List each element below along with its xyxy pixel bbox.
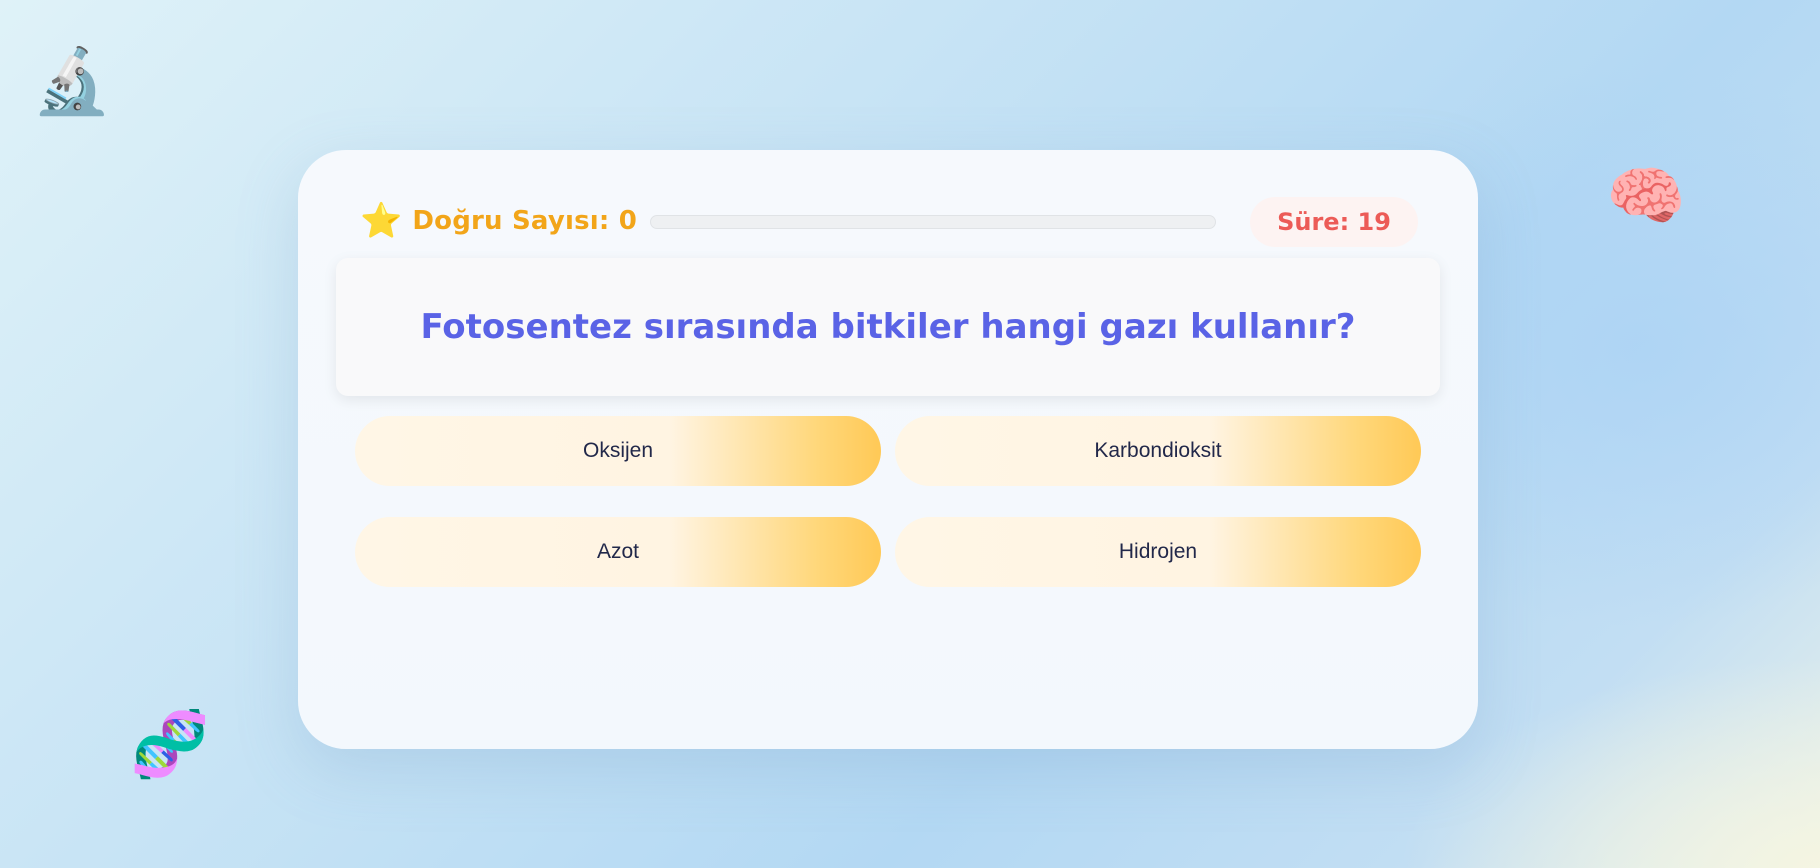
answer-button[interactable]: Karbondioksit — [895, 416, 1421, 486]
score-label: Doğru Sayısı: 0 — [412, 206, 638, 236]
answer-label: Karbondioksit — [1094, 439, 1222, 462]
answer-button[interactable]: Hidrojen — [895, 517, 1421, 587]
question-box: Fotosentez sırasında bitkiler hangi gazı… — [336, 258, 1440, 396]
score-display: ⭐ Doğru Sayısı: 0 — [360, 193, 637, 249]
answer-button[interactable]: Azot — [355, 517, 881, 587]
dna-icon: 🧬 — [130, 708, 210, 782]
quiz-header: ⭐ Doğru Sayısı: 0 Süre: 19 — [360, 193, 1418, 249]
timer-label: Süre: 19 — [1277, 208, 1391, 236]
answer-button[interactable]: Oksijen — [355, 416, 881, 486]
answer-label: Azot — [596, 540, 640, 563]
question-text: Fotosentez sırasında bitkiler hangi gazı… — [420, 307, 1356, 347]
microscope-icon: 🔬 — [32, 45, 112, 119]
star-icon: ⭐ — [360, 201, 403, 241]
timer-badge: Süre: 19 — [1250, 197, 1418, 247]
answer-grid: Oksijen Karbondioksit Azot Hidrojen — [355, 416, 1421, 587]
answer-label: Oksijen — [582, 439, 654, 462]
answer-label: Hidrojen — [1118, 540, 1198, 563]
progress-bar — [650, 215, 1216, 229]
brain-icon: 🧠 — [1606, 160, 1686, 234]
quiz-card: ⭐ Doğru Sayısı: 0 Süre: 19 Fotosentez sı… — [298, 150, 1478, 749]
